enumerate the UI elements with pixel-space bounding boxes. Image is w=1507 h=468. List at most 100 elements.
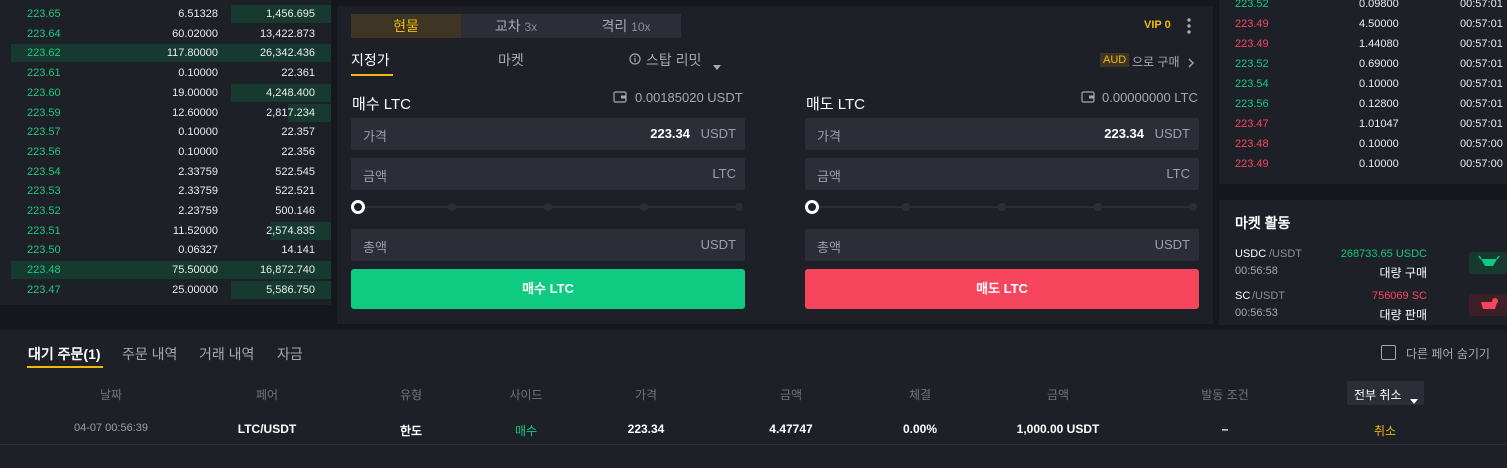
sell-price-field[interactable]: 가격 223.34 USDT [805, 118, 1199, 150]
orderbook-total: 2,817.234 [266, 106, 315, 119]
tab-funds[interactable]: 자금 [277, 344, 303, 364]
orderbook-row[interactable]: 223.51 11.52000 2,574.835 [11, 221, 331, 241]
chevron-right-icon[interactable] [1188, 55, 1194, 73]
activity-label: 대량 구매 [1379, 266, 1428, 280]
trade-amount: 0.10000 [1359, 138, 1399, 150]
vip-badge[interactable]: VIP 0 [1144, 19, 1171, 31]
orderbook-price: 223.52 [27, 205, 61, 217]
orderbook-price: 223.64 [27, 27, 61, 40]
orderbook-amount: 60.02000 [172, 27, 218, 40]
orderbook-row[interactable]: 223.52 2.23759 500.146 [11, 201, 331, 221]
buy-with-link[interactable]: 으로 구매 [1132, 53, 1180, 70]
sell-price-value: 223.34 [1104, 126, 1144, 141]
trade-time: 00:57:00 [1460, 158, 1503, 170]
orderbook-total: 22.356 [281, 145, 315, 158]
tab-spot[interactable]: 현물 [351, 14, 461, 38]
hide-other-pairs-checkbox[interactable] [1381, 345, 1396, 360]
trade-amount: 1.44080 [1359, 38, 1399, 50]
buy-slider-handle[interactable] [351, 200, 365, 214]
order-type-market[interactable]: 마켓 [498, 50, 524, 70]
orderbook-amount: 2.33759 [178, 165, 218, 178]
orderbook-row[interactable]: 223.50 0.06327 14.141 [11, 240, 331, 260]
orderbook-amount: 75.50000 [172, 264, 218, 277]
orderbook-row[interactable]: 223.53 2.33759 522.521 [11, 181, 331, 201]
tab-order-history[interactable]: 주문 내역 [122, 344, 177, 364]
orderbook-total: 14.141 [281, 244, 315, 257]
order-type-limit[interactable]: 지정가 [351, 50, 390, 70]
orderbook-price: 223.53 [27, 185, 61, 198]
orderbook-row[interactable]: 223.65 6.51328 1,456.695 [11, 4, 331, 24]
trade-row: 223.56 0.12800 00:57:01 [1235, 98, 1507, 118]
orderbook-row[interactable]: 223.47 25.00000 5,586.750 [11, 280, 331, 300]
sell-slider-handle[interactable] [805, 200, 819, 214]
orderbook-price: 223.57 [27, 126, 61, 139]
buy-amount-label: 금액 [363, 169, 387, 184]
orderbook-amount: 0.10000 [178, 145, 218, 158]
sell-amount-field[interactable]: 금액 LTC [805, 158, 1199, 190]
trade-time: 00:57:01 [1460, 0, 1503, 10]
row-cancel-button[interactable]: 취소 [1374, 422, 1396, 439]
market-activity-item[interactable]: USDC /USDT 00:56:58 268733.65 USDC 대량 구매 [1235, 248, 1507, 282]
tab-open-orders[interactable]: 대기 주문(1) [28, 344, 101, 364]
trade-time: 00:57:01 [1460, 98, 1503, 110]
orderbook-amount: 12.60000 [172, 106, 218, 119]
orderbook-row[interactable]: 223.48 75.50000 16,872.740 [11, 260, 331, 280]
activity-base: USDC [1235, 248, 1267, 260]
orderbook-amount: 2.33759 [178, 185, 218, 198]
trade-amount: 0.12800 [1359, 98, 1399, 110]
buy-price-field[interactable]: 가격 223.34 USDT [351, 118, 745, 150]
header-type: 유형 [399, 388, 423, 402]
orderbook-row[interactable]: 223.62 117.80000 26,342.436 [11, 43, 331, 63]
buy-price-label: 가격 [363, 129, 387, 144]
orderbook-amount: 19.00000 [172, 86, 218, 99]
row-price: 223.34 [627, 422, 665, 436]
trade-panel: 현물 교차 3x 격리 10x VIP 0 지정가 마켓 스탑 리밋 AUD 으… [337, 6, 1213, 324]
orderbook-row[interactable]: 223.56 0.10000 22.356 [11, 142, 331, 162]
row-total: 1,000.00 USDT [1016, 422, 1100, 436]
tab-trade-history[interactable]: 거래 내역 [199, 344, 254, 364]
trade-time: 00:57:01 [1460, 58, 1503, 70]
trade-row: 223.47 1.01047 00:57:01 [1235, 118, 1507, 138]
orderbook-row[interactable]: 223.59 12.60000 2,817.234 [11, 103, 331, 123]
sell-amount-slider[interactable] [805, 200, 1199, 214]
orderbook-total: 16,872.740 [259, 264, 315, 277]
bull-icon [1469, 252, 1507, 274]
buy-button[interactable]: 매수 LTC [351, 269, 745, 309]
orderbook-row[interactable]: 223.61 0.10000 22.361 [11, 63, 331, 83]
market-activity-item[interactable]: SC /USDT 00:56:53 756069 SC 대량 판매 [1235, 290, 1507, 324]
cancel-all-label: 전부 취소 [1354, 388, 1402, 402]
cancel-all-button[interactable]: 전부 취소 [1347, 381, 1424, 405]
orderbook-row[interactable]: 223.54 2.33759 522.545 [11, 162, 331, 182]
recent-trades: 223.52 0.09800 00:57:01 223.49 4.50000 00:57:… [1219, 0, 1507, 184]
tab-isolated[interactable]: 격리 10x [571, 14, 681, 38]
tab-cross[interactable]: 교차 3x [461, 14, 571, 38]
orderbook-price: 223.65 [27, 8, 61, 20]
sell-total-field[interactable]: 총액 USDT [805, 229, 1199, 261]
sell-price-unit: USDT [1154, 126, 1190, 141]
order-book: 223.65 6.51328 1,456.695 223.64 60.02000 13,4… [0, 0, 331, 305]
orderbook-row[interactable]: 223.57 0.10000 22.357 [11, 122, 331, 142]
trade-row: 223.52 0.69000 00:57:01 [1235, 58, 1507, 78]
order-type-stop-limit[interactable]: 스탑 리밋 [646, 50, 701, 70]
orderbook-row[interactable]: 223.64 60.02000 13,422.873 [11, 24, 331, 44]
orderbook-amount: 25.00000 [172, 283, 218, 296]
buy-total-field[interactable]: 총액 USDT [351, 229, 745, 261]
buy-price-unit: USDT [700, 126, 736, 141]
trade-time: 00:57:00 [1460, 138, 1503, 150]
header-trigger: 발동 조건 [1201, 388, 1249, 402]
buy-amount-field[interactable]: 금액 LTC [351, 158, 745, 190]
trade-price: 223.52 [1235, 0, 1269, 10]
tab-isolated-label: 격리 [601, 18, 628, 34]
activity-base: SC [1235, 290, 1251, 302]
orderbook-amount: 6.51328 [178, 8, 218, 20]
market-activity-title: 마켓 활동 [1235, 215, 1291, 231]
chevron-down-icon[interactable] [713, 57, 721, 75]
sell-button[interactable]: 매도 LTC [805, 269, 1199, 309]
buy-amount-unit: LTC [712, 166, 736, 181]
buy-amount-slider[interactable] [351, 200, 745, 214]
orderbook-row[interactable]: 223.60 19.00000 4,248.400 [11, 83, 331, 103]
table-row: 04-07 00:56:39 LTC/USDT 한도 매수 223.34 4.4… [0, 414, 1507, 444]
trade-time: 00:57:01 [1460, 18, 1503, 30]
more-options-icon[interactable] [1187, 17, 1191, 35]
row-amount: 4.47747 [769, 422, 813, 436]
